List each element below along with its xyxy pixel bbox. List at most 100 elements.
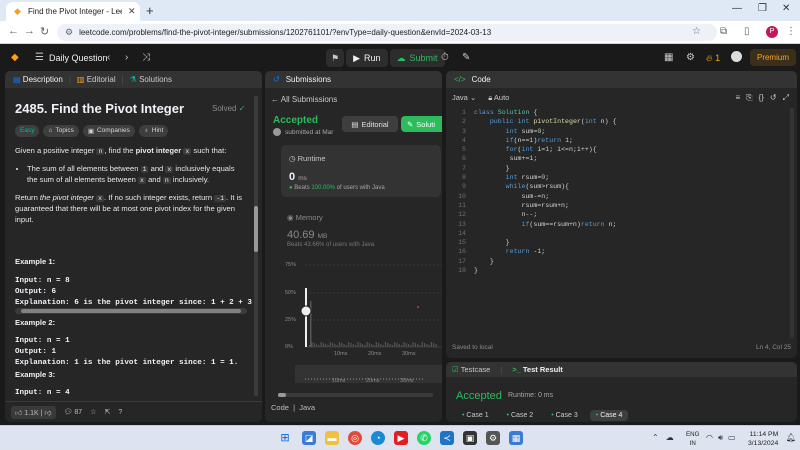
tab-testcase[interactable]: ☑ Testcase xyxy=(452,365,490,374)
vscode-icon[interactable]: ≺ xyxy=(440,431,454,445)
tab-test-result[interactable]: >_ Test Result xyxy=(512,365,563,374)
difficulty-badge: Easy xyxy=(15,125,40,137)
back-icon[interactable]: ← xyxy=(8,25,19,37)
app-icon[interactable]: ▣ xyxy=(463,431,477,445)
layout-grid-icon[interactable]: ▦ xyxy=(664,52,673,63)
description-scrollbar[interactable] xyxy=(254,96,258,396)
runtime-distribution-chart[interactable] xyxy=(265,71,442,422)
shuffle-icon[interactable]: ⤨ xyxy=(142,52,150,63)
notes-icon[interactable]: ✎ xyxy=(462,52,470,63)
settings-gear-icon[interactable]: ⚙ xyxy=(686,52,695,63)
notification-icon[interactable]: 🔔︎ xyxy=(784,431,798,445)
hint-tag[interactable]: ♁ Hint xyxy=(138,125,169,137)
language-select[interactable]: Java ⌄ xyxy=(452,93,476,103)
sidepanel-icon[interactable]: ▯ xyxy=(744,26,750,37)
mini-distribution-bar xyxy=(389,378,390,380)
problem-list-icon[interactable]: ☰ xyxy=(35,52,44,63)
new-tab-button[interactable]: + xyxy=(146,3,154,18)
mini-distribution-bar xyxy=(416,378,417,380)
selected-bar[interactable] xyxy=(305,288,307,347)
bookmark-star-icon[interactable]: ☆ xyxy=(692,26,701,37)
mini-distribution-bar xyxy=(317,378,318,380)
help-icon[interactable]: ? xyxy=(118,409,122,416)
leetcode-logo-icon[interactable]: ◆ xyxy=(11,52,19,63)
site-info-icon[interactable]: ⚙ xyxy=(65,27,73,38)
distribution-bar xyxy=(366,342,368,347)
auto-mode[interactable]: 🔒︎ Auto xyxy=(488,93,509,103)
premium-button[interactable]: Premium xyxy=(750,49,796,66)
user-avatar[interactable] xyxy=(731,51,742,62)
prev-problem-icon[interactable]: ‹ xyxy=(107,52,110,63)
distribution-bar xyxy=(373,345,375,347)
code-title: Code xyxy=(471,75,491,84)
extensions-icon[interactable]: ⧉ xyxy=(720,26,727,37)
start-windows-icon[interactable]: ⊞ xyxy=(278,431,292,445)
mini-distribution-bar xyxy=(314,378,315,380)
problem-title[interactable]: 2485. Find the Pivot Integer xyxy=(15,101,184,116)
mini-distribution-bar xyxy=(347,378,348,380)
battery-icon[interactable]: ▭ xyxy=(728,433,736,443)
distribution-bar xyxy=(318,345,320,347)
code-text[interactable]: class Solution { public int pivotInteger… xyxy=(474,108,617,275)
minimize-button[interactable]: — xyxy=(732,3,742,14)
run-button[interactable]: ▶ Run xyxy=(346,49,388,67)
braces-icon[interactable]: {} xyxy=(759,93,764,103)
daily-question-label[interactable]: Daily Question xyxy=(49,53,108,63)
companies-tag[interactable]: ▣ Companies xyxy=(82,125,135,137)
selected-bar-marker[interactable] xyxy=(300,305,312,317)
maximize-button[interactable]: ❐ xyxy=(758,3,767,14)
submissions-horizontal-scrollbar[interactable] xyxy=(278,393,433,397)
file-explorer-icon[interactable]: ▬ xyxy=(325,431,339,445)
debug-icon[interactable]: ⚑ xyxy=(326,49,345,67)
widgets-icon[interactable]: ◪ xyxy=(302,431,316,445)
topics-tag[interactable]: ⌂ Topics xyxy=(43,125,79,137)
close-window-button[interactable]: ✕ xyxy=(782,3,790,14)
tab-description[interactable]: ▤ Description xyxy=(13,75,63,84)
whatsapp-icon[interactable]: ✆ xyxy=(417,431,431,445)
forward-icon[interactable]: → xyxy=(24,25,35,37)
distribution-bar xyxy=(419,345,421,347)
fullscreen-icon[interactable]: ⤢ xyxy=(783,93,789,103)
format-icon[interactable]: ≡ xyxy=(735,93,740,103)
edge-icon[interactable]: ◔ xyxy=(371,431,385,445)
volume-icon[interactable]: 🔊︎ xyxy=(718,433,723,443)
close-tab-icon[interactable]: ✕ xyxy=(128,6,140,17)
like-button[interactable]: 👍︎ 1.1K | 👎︎ xyxy=(11,405,56,419)
store-icon[interactable]: ▦ xyxy=(509,431,523,445)
case-tab[interactable]: • Case 3 xyxy=(545,410,584,421)
submit-button[interactable]: ☁ Submit xyxy=(389,49,445,67)
mini-distribution-bar xyxy=(395,378,396,380)
next-problem-icon[interactable]: › xyxy=(125,52,128,63)
reset-icon[interactable]: ↺ xyxy=(770,93,777,103)
share-icon[interactable]: ⇱ xyxy=(104,408,110,416)
youtube-icon[interactable]: ▶ xyxy=(394,431,408,445)
url-field[interactable]: ⚙ leetcode.com/problems/find-the-pivot-i… xyxy=(57,24,717,41)
case-tab-selected[interactable]: • Case 4 xyxy=(589,410,629,421)
profile-avatar[interactable]: P xyxy=(766,26,778,38)
streak-counter[interactable]: 🔥︎ 1 xyxy=(706,53,720,64)
settings-app-icon[interactable]: ⚙ xyxy=(486,431,500,445)
example-horizontal-scrollbar[interactable] xyxy=(15,308,247,314)
code-scrollbar[interactable] xyxy=(790,108,794,338)
comments-button[interactable]: 💬︎ 87 xyxy=(64,408,83,416)
taskbar-clock[interactable]: 11:14 PM 3/13/2024 xyxy=(748,430,778,448)
tab-solutions[interactable]: ⚗ Solutions xyxy=(130,75,172,84)
chrome-icon[interactable]: ◎ xyxy=(348,431,362,445)
chevron-up-icon[interactable]: ⌃ xyxy=(652,433,659,442)
tab-editorial[interactable]: ▥ Editorial xyxy=(77,75,116,84)
cloud-icon[interactable]: ☁ xyxy=(666,433,674,442)
menu-dots-icon[interactable]: ⋮ xyxy=(786,26,796,37)
browser-tab[interactable]: ◆ Find the Pivot Integer - LeetCo ✕ xyxy=(6,2,140,21)
wifi-icon[interactable]: ◠ xyxy=(706,433,713,443)
case-tab[interactable]: • Case 1 xyxy=(456,410,495,421)
distribution-bar xyxy=(380,344,382,347)
favorite-star-icon[interactable]: ☆ xyxy=(90,408,96,416)
language-indicator[interactable]: ENG IN xyxy=(686,430,699,448)
bookmark-icon[interactable]: ⎘ xyxy=(746,93,752,103)
distribution-bar xyxy=(357,342,359,347)
timer-icon[interactable]: ⏱ xyxy=(441,52,449,63)
case-tab[interactable]: • Case 2 xyxy=(501,410,540,421)
reload-icon[interactable]: ↻ xyxy=(40,25,49,38)
mini-distribution-bar xyxy=(353,378,354,380)
code-tab-label[interactable]: Code xyxy=(271,403,289,412)
